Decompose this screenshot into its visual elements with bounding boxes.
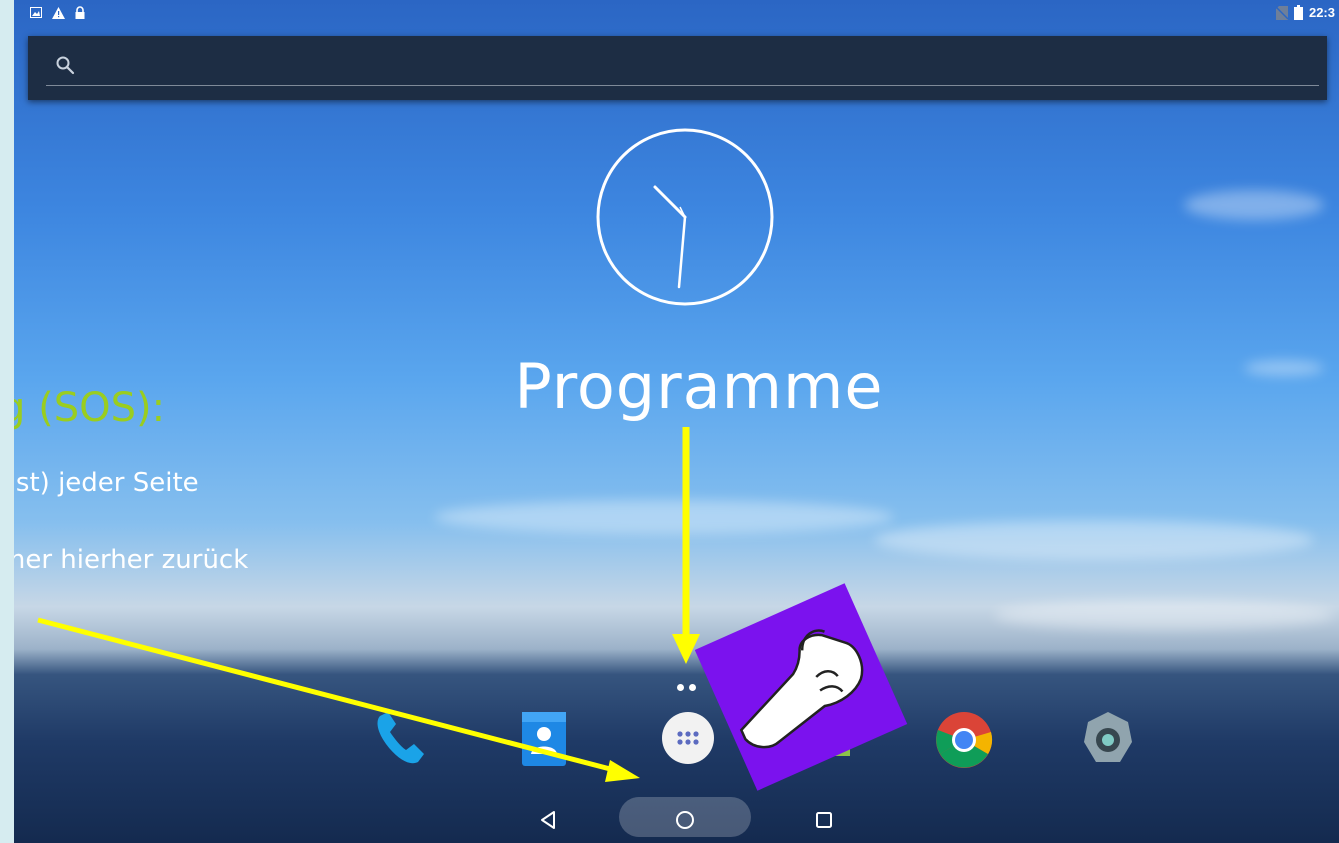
recents-button[interactable] <box>812 808 836 832</box>
back-button[interactable] <box>536 808 560 832</box>
tablet-screen: 22:3 Programme g (SOS): ast) jeder Seite… <box>14 0 1339 843</box>
annotation-arrows <box>37 427 700 782</box>
home-button[interactable] <box>673 808 697 832</box>
arrow-to-home-button <box>37 617 640 782</box>
arrow-to-app-drawer <box>672 427 700 664</box>
